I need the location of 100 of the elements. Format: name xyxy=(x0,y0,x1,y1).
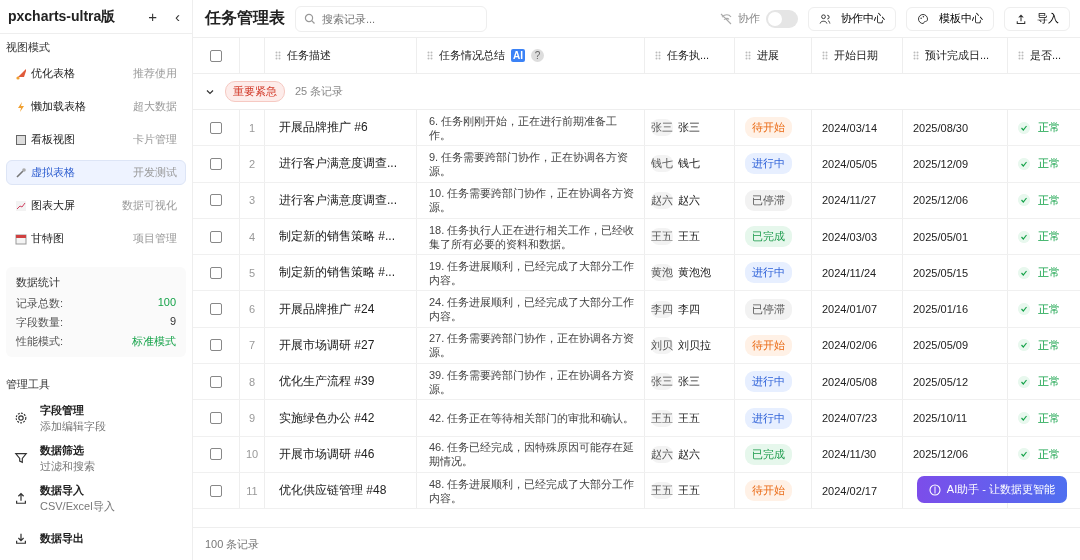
table-cell: 2024/11/27 xyxy=(822,194,877,207)
collapse-button[interactable]: ‹ xyxy=(171,8,184,25)
section-heading: 管理工具 xyxy=(5,377,51,392)
avatar: 刘贝 xyxy=(651,336,673,354)
avatar: 张三 xyxy=(651,119,673,137)
toolbar-button[interactable]: 模板中心 xyxy=(906,6,994,31)
row-number: 7 xyxy=(248,339,256,352)
status-tag: 已停滞 xyxy=(745,298,792,320)
column-header[interactable]: 是否... xyxy=(1030,48,1062,63)
table-cell: 2024/01/07 xyxy=(822,303,878,316)
avatar: 赵六 xyxy=(651,191,673,209)
table-cell: 2025/12/09 xyxy=(913,157,969,170)
table-cell: 钱七 xyxy=(678,156,700,172)
view-mode-item[interactable]: 虚拟表格 开发测试 xyxy=(6,160,186,185)
table-cell: 优化生产流程 #39 xyxy=(279,373,375,391)
toolbar-button[interactable]: 协作中心 xyxy=(808,6,896,31)
tool-item[interactable]: 数据筛选 过滤和搜索 xyxy=(14,440,178,476)
row-number: 2 xyxy=(248,157,256,170)
row-number: 1 xyxy=(248,121,256,134)
row-number: 9 xyxy=(248,412,256,424)
table-cell: 开展品牌推广 #24 xyxy=(279,300,375,318)
column-header[interactable]: 任务情况总结 xyxy=(439,48,505,63)
table-cell: 2025/05/09 xyxy=(913,339,969,352)
status-tag: 待开始 xyxy=(745,480,792,502)
status-tag: 待开始 xyxy=(745,117,792,139)
table-cell: 2024/02/17 xyxy=(822,484,878,497)
table-cell: 张三 xyxy=(678,374,700,390)
stat-value: 9 xyxy=(169,315,176,329)
table-cell-text: 6. 任务刚刚开始，正在进行前期准备工作。 xyxy=(429,113,619,142)
column-header[interactable]: 预计完成日... xyxy=(925,48,990,63)
table-cell: 正常 xyxy=(1038,337,1060,353)
view-mode-item[interactable]: 图表大屏 数据可视化 xyxy=(6,193,186,218)
table-cell: 10. 任务需要跨部门协作，正在协调各方资源。 xyxy=(429,186,636,215)
table-cell: 开展品牌推广 #6 xyxy=(279,119,368,137)
row-number: 8 xyxy=(248,375,256,388)
table-cell: 开展市场调研 #27 xyxy=(279,336,375,354)
table-cell: 2025/12/06 xyxy=(913,194,969,207)
avatar: 王五 xyxy=(651,482,673,500)
table-cell: 2025/10/11 xyxy=(913,412,968,424)
table-cell: 正常 xyxy=(1038,156,1060,172)
table-cell: 李四 xyxy=(678,301,700,317)
table-cell: 制定新的销售策略 #... xyxy=(279,264,395,282)
table-cell: 2025/05/12 xyxy=(913,375,969,388)
stat-value: 100 xyxy=(157,296,176,310)
table-cell: 27. 任务需要跨部门协作，正在协调各方资源。 xyxy=(429,331,636,360)
table-cell: 王五 xyxy=(678,229,700,245)
view-mode-item[interactable]: 甘特图 项目管理 xyxy=(6,226,186,251)
ai-badge: AI xyxy=(511,49,525,62)
toolbar-button[interactable]: 导入 xyxy=(1004,6,1070,31)
table-cell: 2024/11/30 xyxy=(822,448,877,461)
stat-label: 字段数量: xyxy=(16,315,64,330)
column-header[interactable]: 开始日期 xyxy=(834,48,878,63)
view-mode-item[interactable]: 优化表格 推荐使用 xyxy=(6,61,186,86)
view-mode-item[interactable]: 懒加载表格 超大数据 xyxy=(6,94,186,119)
table-cell: 正常 xyxy=(1038,265,1060,281)
status-tag: 进行中 xyxy=(745,262,792,284)
column-header[interactable]: 进展 xyxy=(757,48,779,63)
section-heading: 视图模式 xyxy=(5,40,51,55)
avatar: 黄泡 xyxy=(651,264,673,282)
table-cell: 2025/05/01 xyxy=(913,230,969,243)
help-icon: ? xyxy=(531,49,544,62)
ai-assistant-button[interactable]: AI助手 - 让数据更智能 xyxy=(916,476,1067,503)
status-tag: 进行中 xyxy=(745,153,792,175)
table-cell: 19. 任务进展顺利，已经完成了大部分工作内容。 xyxy=(429,258,636,287)
view-mode-item[interactable]: 看板视图 卡片管理 xyxy=(6,127,186,152)
table-cell: 2025/05/15 xyxy=(913,266,969,279)
tool-item[interactable]: 数据导出 xyxy=(14,520,178,556)
table-cell: 开展市场调研 #46 xyxy=(279,445,375,463)
avatar: 李四 xyxy=(651,300,673,318)
table-cell: 2024/05/08 xyxy=(822,375,878,388)
stat-value: 标准模式 xyxy=(132,334,176,349)
table-cell: 2024/11/24 xyxy=(822,266,877,279)
table-cell: 实施绿色办公 #42 xyxy=(279,409,375,427)
row-number: 6 xyxy=(248,303,256,316)
table-cell: 18. 任务执行人正在进行相关工作，已经收集了所有必要的资料和数据。 xyxy=(429,222,636,251)
status-tag: 待开始 xyxy=(745,334,792,356)
table-cell: 刘贝拉 xyxy=(678,337,711,353)
tool-item[interactable]: 字段管理 添加编辑字段 xyxy=(14,400,178,436)
stat-label: 性能模式: xyxy=(16,334,64,349)
table-cell: 46. 任务已经完成，因特殊原因可能存在延期情况。 xyxy=(429,440,636,469)
search-field[interactable]: 搜索记录... xyxy=(295,5,487,32)
row-number: 3 xyxy=(248,194,256,207)
table-cell: 制定新的销售策略 #... xyxy=(279,228,395,246)
table-cell: 2024/03/14 xyxy=(822,121,878,134)
add-button[interactable]: + xyxy=(144,8,161,25)
section-heading: 数据统计 xyxy=(16,275,61,290)
avatar: 赵六 xyxy=(651,445,673,463)
table-cell: 2024/03/03 xyxy=(822,230,878,243)
column-header[interactable]: 任务执... xyxy=(667,48,710,63)
status-tag: 已停滞 xyxy=(745,189,792,211)
avatar: 王五 xyxy=(651,409,673,427)
row-number: 10 xyxy=(245,448,259,461)
app-title: pxcharts-ultra版 xyxy=(8,7,117,26)
tool-item[interactable]: 数据导入 CSV/Excel导入 xyxy=(14,480,178,516)
table-cell: 进行客户满意度调查... xyxy=(279,155,397,173)
status-tag: 进行中 xyxy=(745,407,792,429)
table-cell: 42. 任务正在等待相关部门的审批和确认。 xyxy=(429,411,635,425)
table-cell: 39. 任务需要跨部门协作，正在协调各方资源。 xyxy=(429,367,636,396)
column-header[interactable]: 任务描述 xyxy=(287,48,331,63)
table-cell: 正常 xyxy=(1038,192,1060,208)
